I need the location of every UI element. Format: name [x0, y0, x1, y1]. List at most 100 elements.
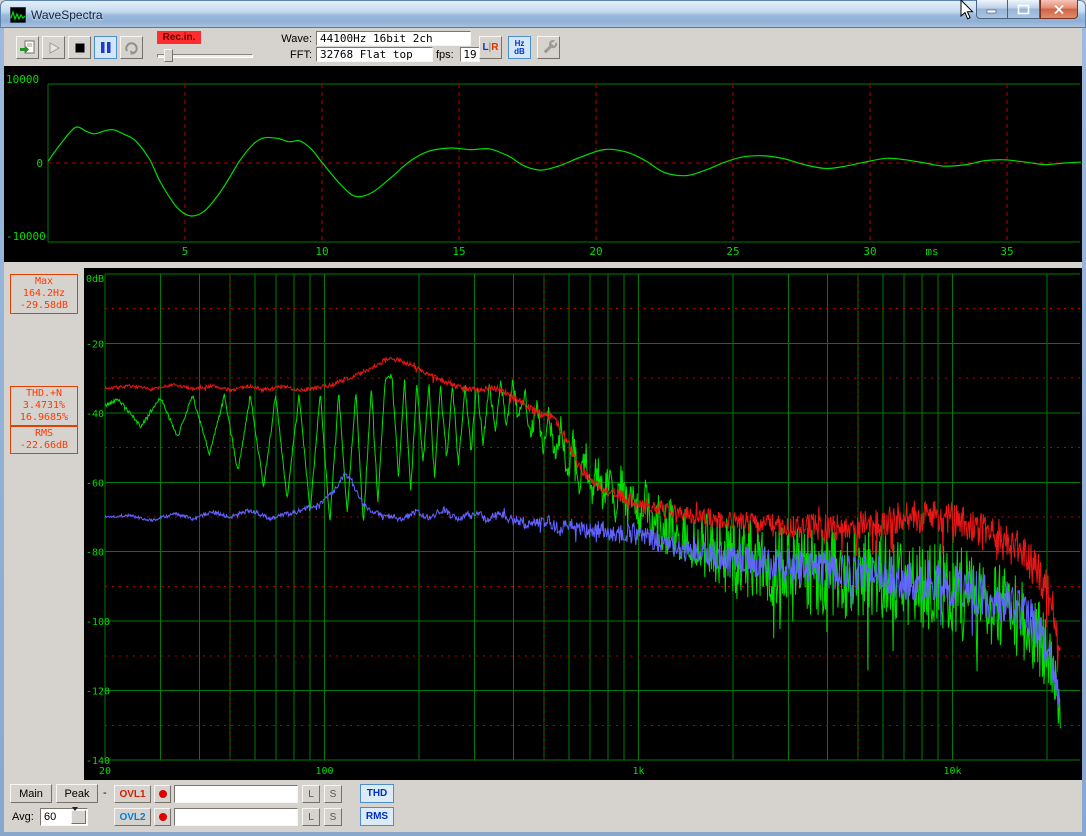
axis-label: 0dB — [86, 274, 104, 285]
maximize-button[interactable] — [1008, 0, 1040, 19]
rec-input-indicator: Rec.in. — [157, 31, 201, 44]
max-readout: Max 164.2Hz -29.58dB — [10, 274, 78, 314]
window-frame-right — [1082, 28, 1086, 832]
spectrum-trace-green — [105, 374, 1060, 728]
rms-title: RMS — [11, 428, 77, 440]
window-title: WaveSpectra — [31, 8, 103, 22]
app-icon — [10, 7, 26, 23]
avg-count-dropdown[interactable]: 60 — [40, 808, 88, 826]
settings-wrench-icon — [539, 38, 559, 58]
overlay2-record-button[interactable] — [154, 808, 171, 826]
overlay1-load-button[interactable]: L — [302, 785, 320, 803]
overlay1-name-input[interactable] — [174, 785, 298, 803]
axis-label: -80 — [86, 548, 104, 559]
overlay2-name-input[interactable] — [174, 808, 298, 826]
maximize-icon — [1017, 4, 1030, 15]
overlay1-record-button[interactable] — [154, 785, 171, 803]
avg-count-value: 60 — [44, 811, 56, 823]
titlebar[interactable]: WaveSpectra — [0, 0, 1086, 28]
axis-label: 10k — [943, 766, 961, 777]
axis-label: 5 — [182, 245, 189, 258]
main-view-button[interactable]: Main — [10, 784, 52, 803]
rms-toggle-button[interactable]: RMS — [360, 807, 394, 826]
open-file-button[interactable] — [16, 36, 39, 59]
bottom-control-bar: Main Peak - OVL1 L S THD Avg: 60 OVL2 — [4, 780, 1082, 832]
spectrum-section: Max 164.2Hz -29.58dB THD.+N 3.4731% 16.9… — [4, 268, 1082, 780]
overlay1-save-button[interactable]: S — [324, 785, 342, 803]
max-level: -29.58dB — [11, 300, 77, 312]
window-content: Rec.in. Wave: 44100Hz 16bit 2ch FFT: 327… — [4, 28, 1082, 832]
chevron-down-icon — [72, 807, 78, 823]
waveform-trace — [48, 127, 1081, 216]
wave-format-label: Wave: — [258, 33, 312, 45]
minimize-icon — [986, 4, 998, 14]
fft-settings-label: FFT: — [258, 49, 312, 61]
readout-gutter: Max 164.2Hz -29.58dB THD.+N 3.4731% 16.9… — [4, 268, 84, 780]
thd-value-2: 16.9685% — [11, 412, 77, 424]
spectrum-chart: 0dB-20-40-60-80-100-120-140201001k10k — [84, 268, 1082, 780]
mouse-cursor — [956, 0, 980, 24]
thd-toggle-button[interactable]: THD — [360, 784, 394, 803]
dropdown-arrow-button[interactable] — [71, 810, 86, 824]
axis-label: 30 — [863, 245, 876, 258]
spectrum-trace-blue — [105, 473, 1060, 709]
minimize-button[interactable] — [976, 0, 1008, 19]
overlay1-button[interactable]: OVL1 — [114, 785, 151, 803]
db-scale-label: dB — [514, 48, 525, 56]
settings-button[interactable] — [537, 36, 560, 59]
main-toolbar: Rec.in. Wave: 44100Hz 16bit 2ch FFT: 327… — [4, 28, 1082, 66]
axis-label: ms — [925, 245, 938, 258]
peak-view-button[interactable]: Peak — [56, 784, 98, 803]
axis-label: -100 — [86, 617, 110, 628]
record-dot-icon — [159, 813, 167, 821]
overlay2-button[interactable]: OVL2 — [114, 808, 151, 826]
repeat-arrow-icon — [124, 40, 140, 56]
play-button[interactable] — [42, 36, 65, 59]
axis-label: 10 — [315, 245, 328, 258]
waveform-panel: 5101520253035ms100000-10000 — [4, 66, 1082, 262]
axis-label: 35 — [1000, 245, 1013, 258]
record-dot-icon — [159, 790, 167, 798]
thd-readout: THD.+N 3.4731% 16.9685% — [10, 386, 78, 426]
axis-label: -60 — [86, 478, 104, 489]
thd-value-1: 3.4731% — [11, 400, 77, 412]
wave-format-value: 44100Hz 16bit 2ch — [316, 31, 471, 46]
rms-readout: RMS -22.66dB — [10, 426, 78, 454]
overlay2-load-button[interactable]: L — [302, 808, 320, 826]
axis-label: -120 — [86, 687, 110, 698]
axis-label: -10000 — [6, 230, 46, 243]
stop-icon — [74, 42, 86, 54]
window-frame-bottom — [0, 832, 1086, 836]
repeat-button[interactable] — [120, 36, 143, 59]
overlay2-save-button[interactable]: S — [324, 808, 342, 826]
max-title: Max — [11, 276, 77, 288]
slider-thumb[interactable] — [164, 49, 173, 62]
close-icon — [1053, 4, 1065, 15]
spectrum-panel: 0dB-20-40-60-80-100-120-140201001k10k — [84, 268, 1082, 780]
axis-label: 1k — [632, 766, 644, 777]
input-level-slider[interactable] — [157, 49, 253, 62]
axis-label: 20 — [99, 766, 111, 777]
axis-label: 100 — [315, 766, 333, 777]
waveform-chart: 5101520253035ms100000-10000 — [4, 66, 1082, 262]
close-button[interactable] — [1040, 0, 1078, 19]
hz-db-scale-button[interactable]: Hz dB — [508, 36, 531, 59]
channel-lr-toggle-button[interactable]: L|R — [479, 36, 502, 59]
play-icon — [47, 41, 61, 55]
axis-label: 15 — [452, 245, 465, 258]
avg-label: Avg: — [12, 811, 34, 823]
pause-icon — [100, 41, 112, 54]
wavespectra-window: WaveSpectra — [0, 0, 1086, 836]
max-frequency: 164.2Hz — [11, 288, 77, 300]
pause-button[interactable] — [94, 36, 117, 59]
axis-label: 25 — [726, 245, 739, 258]
stop-button[interactable] — [68, 36, 91, 59]
axis-label: -40 — [86, 409, 104, 420]
fps-label: fps: — [436, 49, 458, 61]
thd-title: THD.+N — [11, 388, 77, 400]
axis-label: 20 — [589, 245, 602, 258]
fft-settings-value: 32768 Flat top — [316, 47, 433, 62]
axis-label: 10000 — [6, 73, 39, 86]
open-file-icon — [19, 39, 37, 57]
separator-dash: - — [103, 787, 107, 799]
